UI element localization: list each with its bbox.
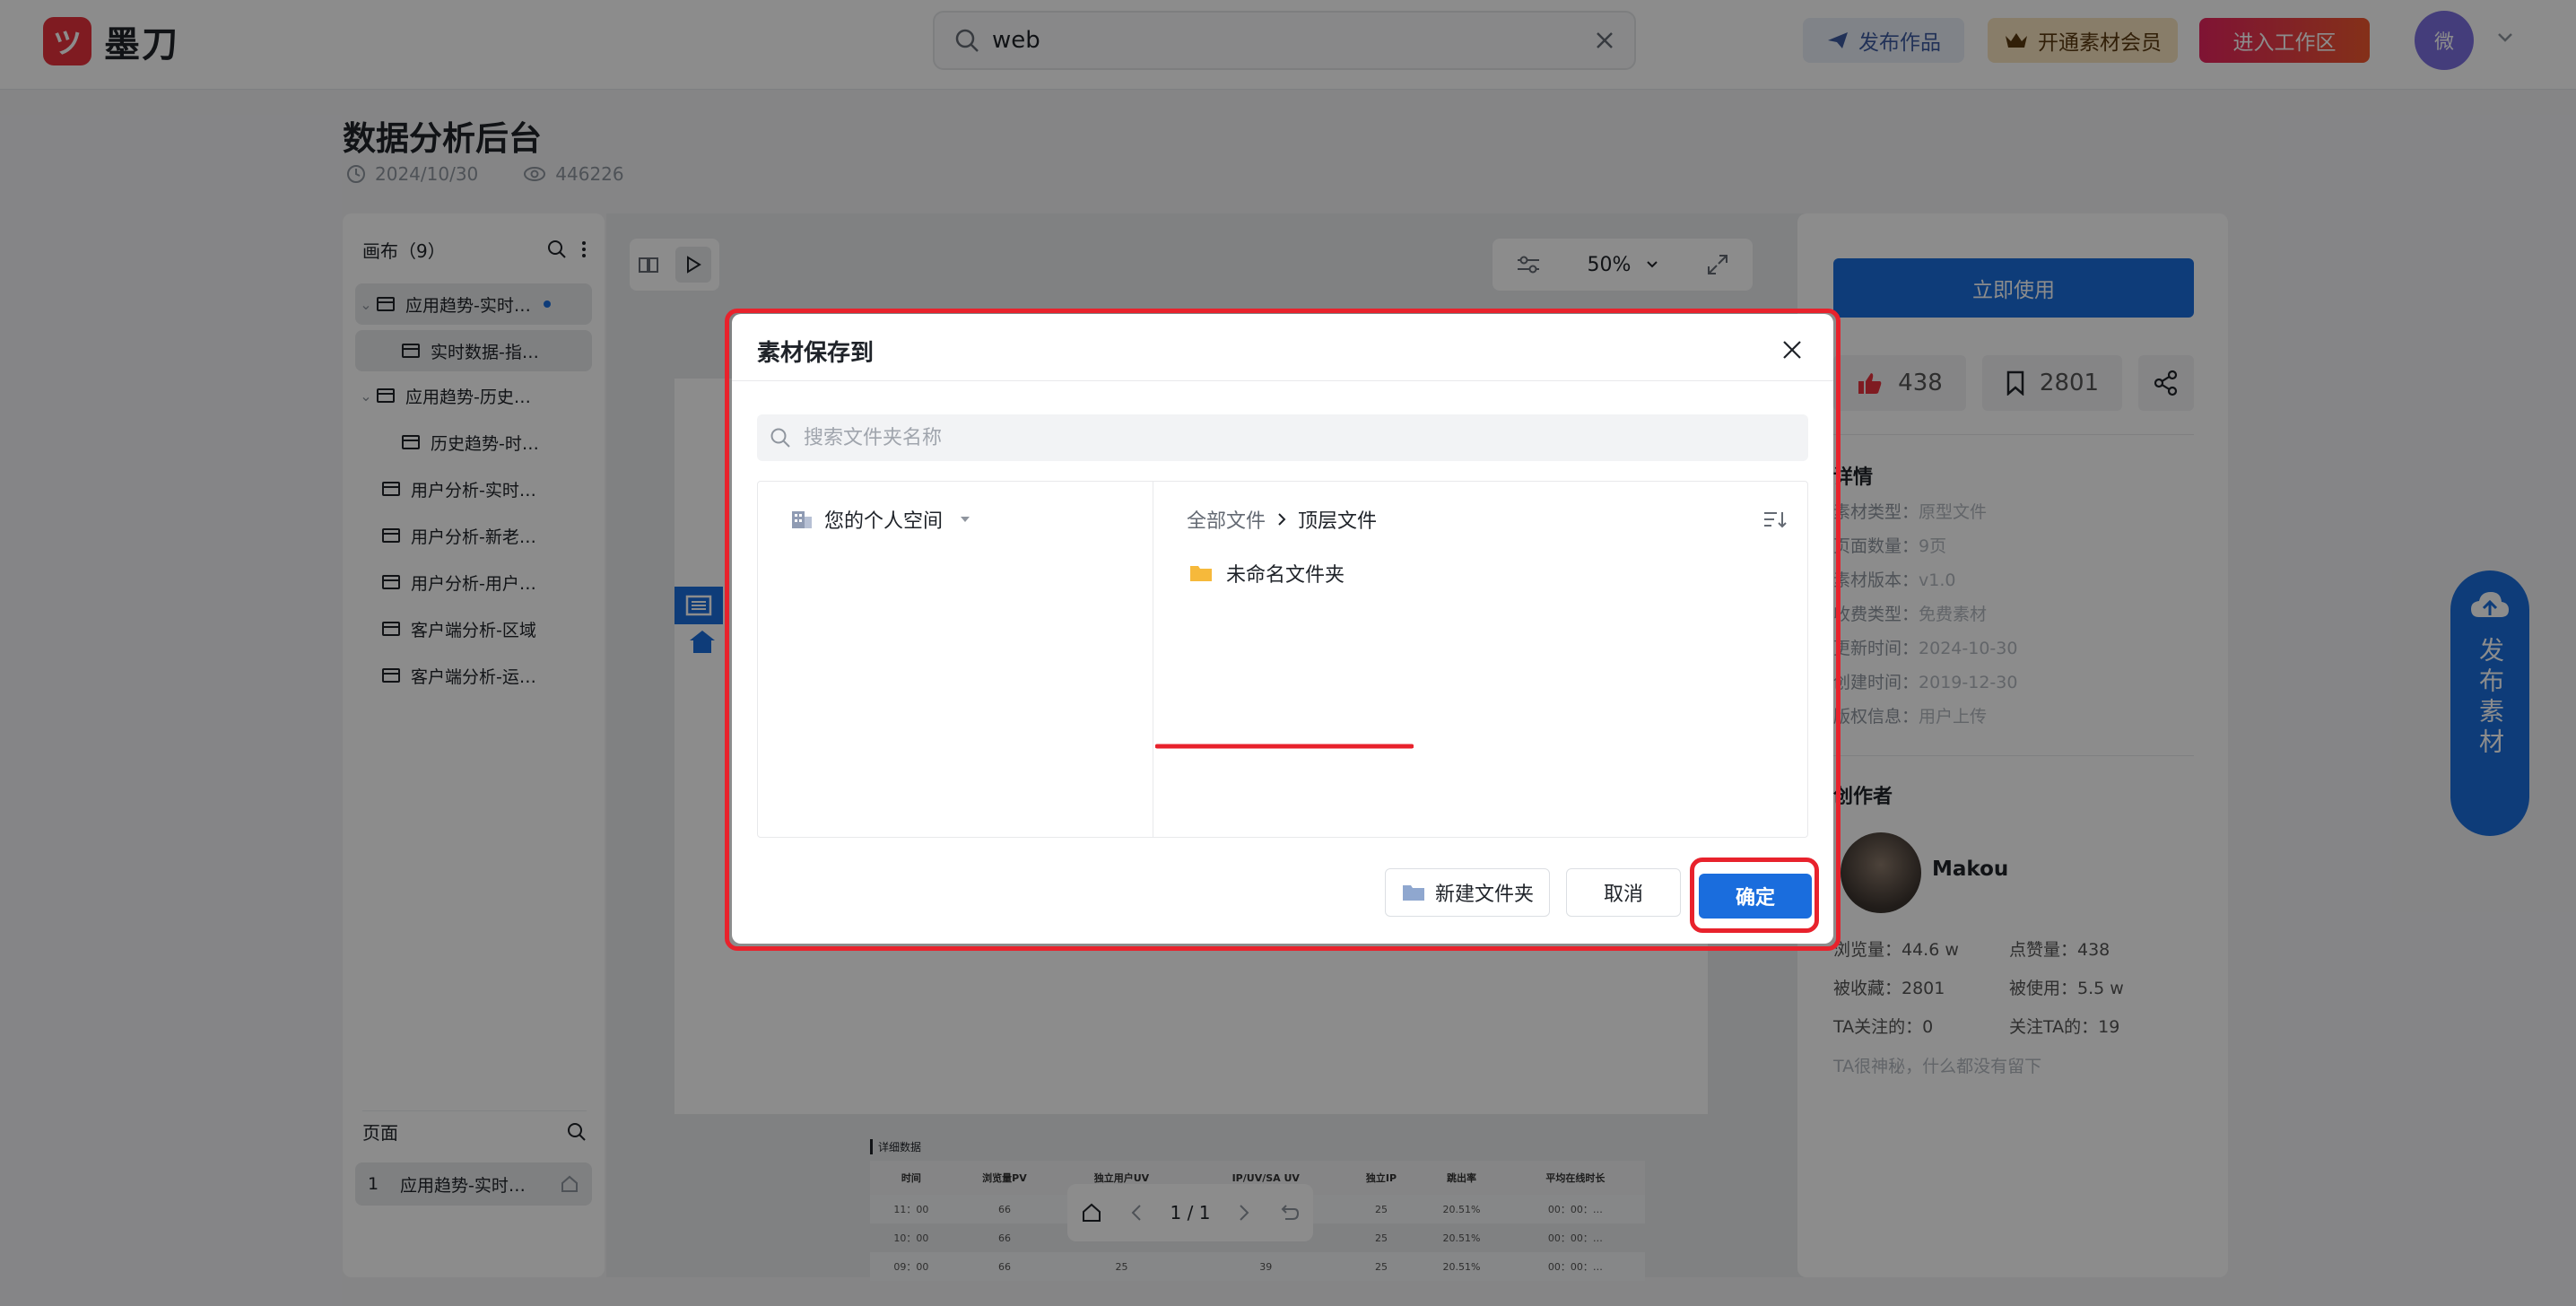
new-folder-label: 新建文件夹	[1434, 884, 1534, 906]
folder-search[interactable]	[757, 414, 1808, 461]
folder-icon	[1402, 885, 1424, 901]
caret-down-icon	[961, 517, 970, 522]
folder-name: 未命名文件夹	[1226, 564, 1345, 587]
dialog-title: 素材保存到	[757, 339, 875, 367]
breadcrumb-current: 顶层文件	[1298, 510, 1378, 533]
search-icon	[770, 428, 790, 448]
new-folder-button[interactable]: 新建文件夹	[1385, 868, 1550, 917]
folder-item[interactable]: 未命名文件夹	[1179, 552, 1438, 595]
folder-search-input[interactable]	[804, 426, 1611, 449]
breadcrumb-root[interactable]: 全部文件	[1187, 505, 1266, 534]
space-label: 您的个人空间	[824, 510, 944, 533]
sort-icon[interactable]	[1762, 509, 1788, 530]
confirm-button[interactable]: 确定	[1699, 874, 1812, 919]
folder-browser: 您的个人空间 全部文件 顶层文件 未命名文件夹	[757, 481, 1808, 838]
breadcrumb: 全部文件 顶层文件	[1187, 501, 1377, 537]
folder-icon	[1190, 566, 1212, 581]
chevron-right-icon	[1278, 513, 1286, 526]
folder-highlight-underline	[1155, 744, 1414, 749]
close-button[interactable]	[1774, 332, 1810, 368]
close-icon	[1783, 341, 1801, 359]
building-icon	[792, 511, 812, 528]
divider	[732, 380, 1833, 381]
space-selector[interactable]: 您的个人空间	[790, 501, 971, 537]
cancel-button[interactable]: 取消	[1566, 868, 1681, 917]
save-material-dialog: 素材保存到 您的个人空间 全部文件 顶层文件 未命名文件夹	[732, 314, 1833, 944]
